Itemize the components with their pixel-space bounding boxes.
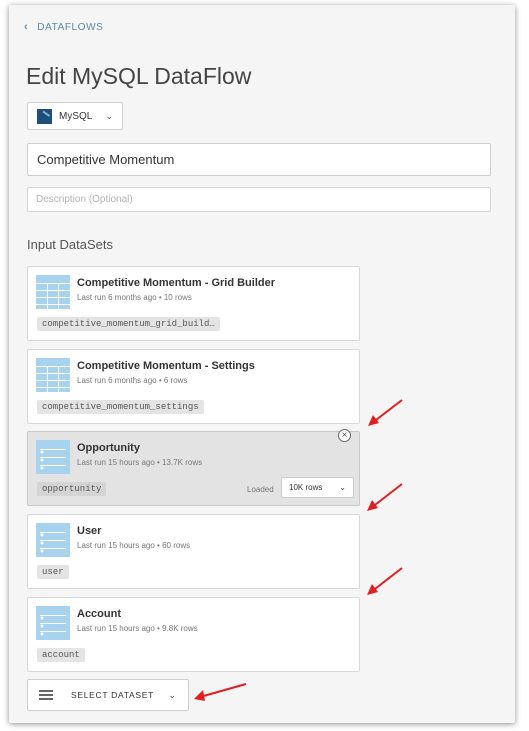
dataset-card-grid-builder[interactable]: Competitive Momentum - Grid Builder Last…	[27, 266, 360, 341]
dataset-table-alias: competitive_momentum_settings	[37, 400, 204, 414]
dataset-meta: Last run 6 months ago • 10 rows	[77, 293, 192, 302]
grid-table-icon	[36, 275, 70, 309]
back-link-label: DATAFLOWS	[37, 21, 104, 33]
dataset-meta: Last run 15 hours ago • 60 rows	[77, 541, 191, 550]
dataset-name: Competitive Momentum - Grid Builder	[77, 277, 276, 289]
dataset-card-account[interactable]: Account Last run 15 hours ago • 9.8K row…	[27, 597, 360, 672]
dataset-table-alias: user	[37, 565, 69, 579]
chevron-down-icon: ⌄	[168, 689, 176, 700]
list-table-icon	[36, 523, 70, 557]
dataset-card-settings[interactable]: Competitive Momentum - Settings Last run…	[27, 349, 360, 424]
chevron-down-icon: ⌄	[339, 483, 346, 492]
chevron-down-icon: ⌄	[105, 110, 113, 121]
dataset-name: Competitive Momentum - Settings	[77, 360, 255, 372]
list-table-icon	[36, 606, 70, 640]
connector-type-label: MySQL	[59, 110, 93, 122]
remove-dataset-close-icon[interactable]: ×	[338, 429, 351, 442]
mysql-logo-icon	[37, 108, 52, 124]
select-dataset-label: SELECT DATASET	[71, 690, 155, 700]
dataset-table-alias: competitive_momentum_grid_build…	[37, 317, 220, 331]
connector-type-dropdown[interactable]: MySQL ⌄	[27, 102, 123, 130]
chevron-left-icon: ‹	[24, 21, 29, 33]
rows-limit-value: 10K rows	[289, 483, 323, 492]
description-input[interactable]	[27, 187, 491, 212]
dataflow-editor-panel: ‹ DATAFLOWS Edit MySQL DataFlow MySQL ⌄ …	[9, 5, 515, 723]
dataset-meta: Last run 6 months ago • 6 rows	[77, 376, 188, 385]
rows-limit-dropdown[interactable]: 10K rows ⌄	[281, 477, 354, 498]
dataset-name: User	[77, 525, 102, 537]
list-icon	[39, 689, 53, 701]
dataset-table-alias: account	[37, 648, 85, 662]
dataset-name: Opportunity	[77, 442, 140, 454]
dataset-name: Account	[77, 608, 121, 620]
dataset-card-opportunity[interactable]: Opportunity Last run 15 hours ago • 13.7…	[27, 431, 360, 506]
dataflow-name-input[interactable]: Competitive Momentum	[27, 143, 491, 176]
input-datasets-heading: Input DataSets	[27, 237, 113, 252]
dataset-table-alias: opportunity	[37, 482, 107, 496]
back-to-dataflows-link[interactable]: ‹ DATAFLOWS	[24, 21, 103, 33]
select-dataset-button[interactable]: SELECT DATASET ⌄	[27, 679, 189, 711]
dataset-meta: Last run 15 hours ago • 9.8K rows	[77, 624, 198, 633]
loaded-label: Loaded	[247, 485, 274, 494]
dataset-card-user[interactable]: User Last run 15 hours ago • 60 rows use…	[27, 514, 360, 589]
page-title: Edit MySQL DataFlow	[26, 63, 252, 89]
grid-table-icon	[36, 358, 70, 392]
list-table-icon	[36, 440, 70, 474]
dataset-meta: Last run 15 hours ago • 13.7K rows	[77, 458, 203, 467]
